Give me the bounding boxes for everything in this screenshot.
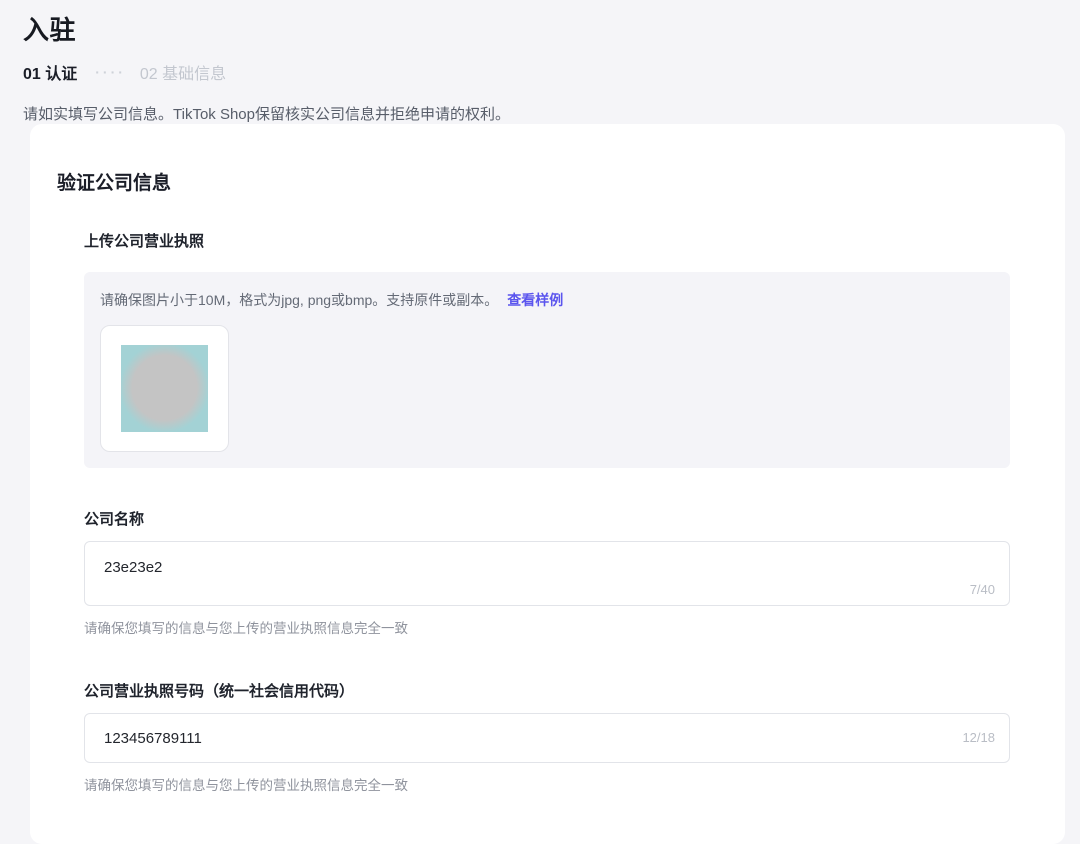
view-sample-link[interactable]: 查看样例 — [507, 292, 563, 308]
license-number-inputbox: 12/18 — [84, 713, 1010, 763]
license-number-counter: 12/18 — [962, 730, 995, 745]
company-name-label: 公司名称 — [84, 508, 1010, 529]
company-name-input[interactable] — [85, 556, 824, 578]
step-separator-dots: ···· — [95, 64, 126, 80]
step-indicator: 01 认证 ···· 02 基础信息 — [23, 60, 1080, 84]
company-name-counter: 7/40 — [970, 582, 995, 597]
card-title: 验证公司信息 — [57, 168, 1010, 195]
page-description: 请如实填写公司信息。TikTok Shop保留核实公司信息并拒绝申请的权利。 — [23, 103, 1080, 124]
step-2-basic-info: 02 基础信息 — [140, 60, 226, 84]
license-thumbnail[interactable] — [100, 325, 229, 452]
page-header: 入驻 01 认证 ···· 02 基础信息 请如实填写公司信息。TikTok S… — [0, 0, 1080, 124]
license-preview-image — [121, 345, 208, 432]
step-1-certification: 01 认证 — [23, 60, 77, 84]
upload-hint-row: 请确保图片小于10M，格式为jpg, png或bmp。支持原件或副本。查看样例 — [100, 290, 994, 310]
upload-license-label: 上传公司营业执照 — [84, 230, 1010, 251]
license-number-helper: 请确保您填写的信息与您上传的营业执照信息完全一致 — [84, 774, 1010, 794]
upload-panel: 请确保图片小于10M，格式为jpg, png或bmp。支持原件或副本。查看样例 — [84, 272, 1010, 468]
license-number-label: 公司营业执照号码（统一社会信用代码） — [84, 680, 1010, 701]
page-title: 入驻 — [23, 10, 1080, 47]
upload-hint-text: 请确保图片小于10M，格式为jpg, png或bmp。支持原件或副本。 — [100, 292, 498, 308]
company-verification-card: 验证公司信息 上传公司营业执照 请确保图片小于10M，格式为jpg, png或b… — [30, 124, 1065, 844]
license-number-input[interactable] — [85, 714, 824, 762]
company-name-helper: 请确保您填写的信息与您上传的营业执照信息完全一致 — [84, 617, 1010, 637]
company-name-inputbox: 7/40 — [84, 541, 1010, 606]
